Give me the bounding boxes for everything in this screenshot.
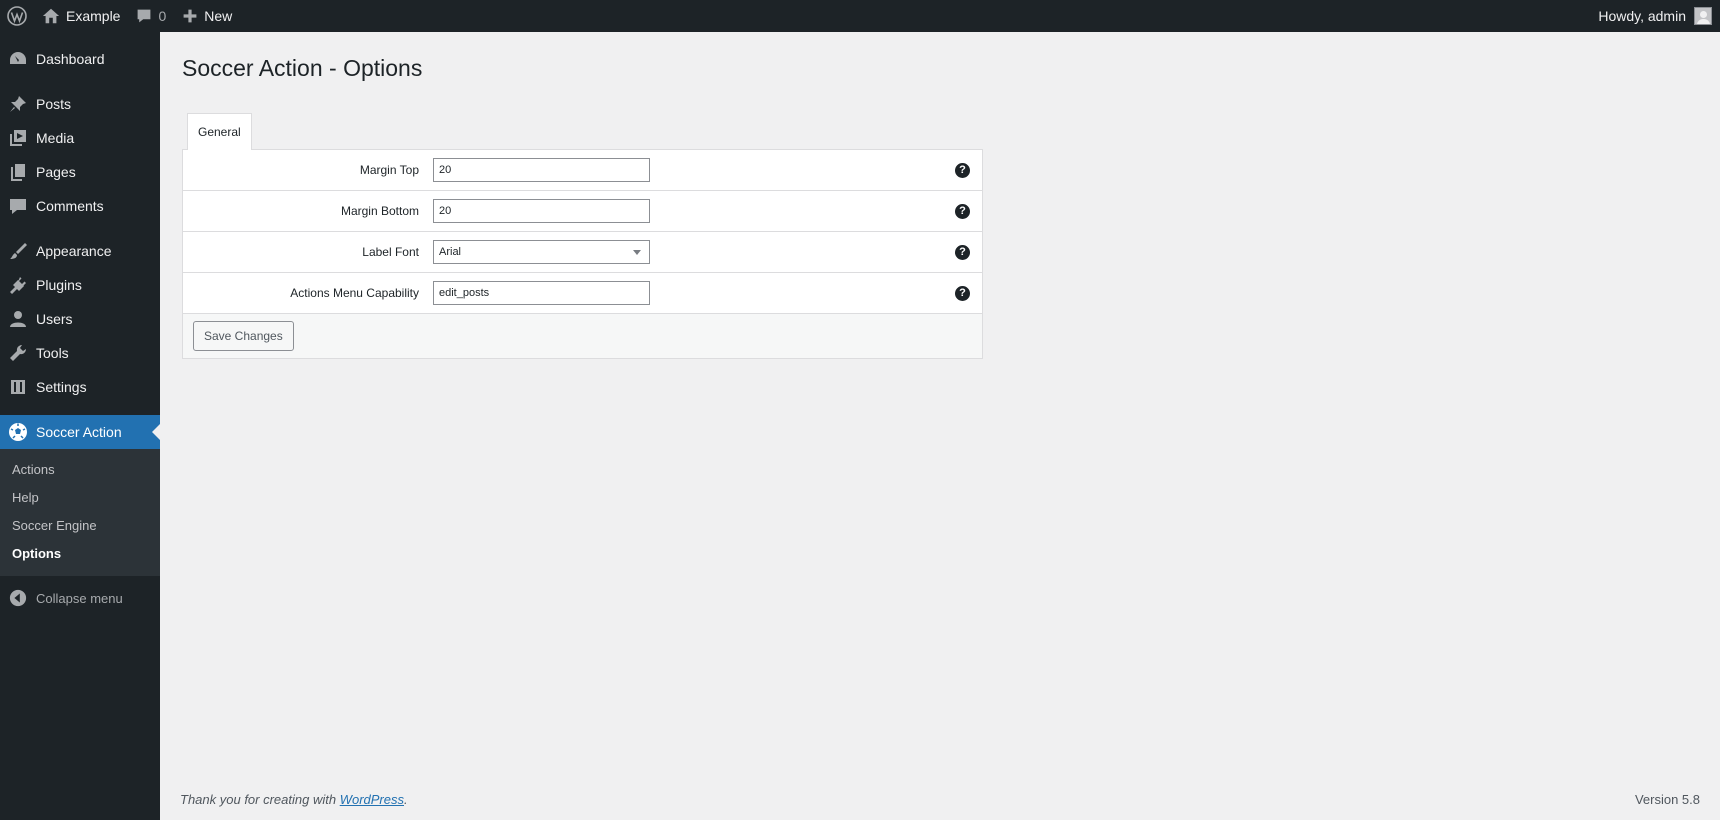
plug-icon (8, 275, 28, 295)
sidebar-item-soccer-action[interactable]: Soccer Action (0, 415, 160, 449)
sidebar-item-users[interactable]: Users (0, 302, 160, 336)
collapse-menu-label: Collapse menu (36, 590, 123, 606)
margin-top-input[interactable]: 20 (433, 157, 650, 182)
sidebar-item-label: Media (36, 130, 75, 146)
site-name: Example (66, 8, 121, 24)
sidebar-item-appearance[interactable]: Appearance (0, 234, 160, 268)
sidebar-item-label: Soccer Action (36, 424, 122, 440)
site-name-link[interactable]: Example (34, 0, 128, 32)
dashboard-icon (8, 49, 28, 69)
sidebar-item-label: Tools (36, 345, 69, 361)
help-icon[interactable]: ? (955, 162, 970, 178)
sidebar-item-posts[interactable]: Posts (0, 87, 160, 121)
pages-icon (8, 162, 28, 182)
option-row-margin-top: Margin Top 20 ? (183, 150, 982, 191)
comment-icon (8, 196, 28, 216)
collapse-arrow-icon (8, 588, 28, 608)
footer-thanks: Thank you for creating with WordPress. (180, 792, 408, 807)
save-changes-button[interactable]: Save Changes (193, 320, 294, 351)
submenu-item-actions[interactable]: Actions (0, 456, 160, 484)
new-content-link[interactable]: New (174, 0, 240, 32)
option-row-margin-bottom: Margin Bottom 20 ? (183, 191, 982, 232)
version-text: Version 5.8 (1634, 792, 1700, 807)
options-panel: Margin Top 20 ? Margin Bottom 20 ? Label… (182, 148, 983, 359)
sidebar-item-comments[interactable]: Comments (0, 189, 160, 223)
panel-footer: Save Changes (183, 313, 982, 358)
sidebar-item-label: Users (36, 311, 73, 327)
home-icon (42, 8, 60, 24)
submenu-item-help[interactable]: Help (0, 484, 160, 512)
pin-icon (8, 94, 28, 114)
actions-menu-capability-label: Actions Menu Capability (290, 285, 419, 300)
page-title: Soccer Action - Options (182, 55, 423, 81)
actions-menu-capability-input[interactable]: edit_posts (433, 280, 650, 305)
margin-top-label: Margin Top (359, 162, 419, 177)
wordpress-link[interactable]: WordPress (340, 792, 404, 807)
sidebar-item-label: Pages (36, 164, 76, 180)
sidebar-item-plugins[interactable]: Plugins (0, 268, 160, 302)
option-row-label-font: Label Font Arial ? (183, 232, 982, 273)
comment-icon (138, 9, 151, 23)
tab-general[interactable]: General (187, 112, 252, 150)
tab-bar: General (182, 112, 1698, 150)
admin-sidebar: Dashboard Posts Media Pages Comments App… (0, 32, 160, 820)
submenu-item-options[interactable]: Options (0, 540, 160, 568)
account-menu[interactable]: Howdy, admin (1590, 0, 1720, 32)
sidebar-item-settings[interactable]: Settings (0, 370, 160, 404)
label-font-label: Label Font (362, 244, 419, 259)
soccer-ball-icon (8, 422, 28, 442)
greeting: Howdy, admin (1598, 8, 1686, 24)
sidebar-item-label: Appearance (36, 243, 112, 259)
plus-icon (183, 9, 197, 23)
new-label: New (204, 8, 233, 24)
sidebar-item-label: Settings (36, 379, 87, 395)
chevron-down-icon (633, 249, 641, 259)
sidebar-item-label: Plugins (36, 277, 82, 293)
user-icon (8, 309, 28, 329)
brush-icon (8, 241, 28, 261)
collapse-menu-button[interactable]: Collapse menu (0, 581, 160, 615)
page-footer: Thank you for creating with WordPress. V… (180, 792, 1700, 807)
media-icon (8, 128, 28, 148)
label-font-value: Arial (439, 245, 462, 258)
sidebar-item-tools[interactable]: Tools (0, 336, 160, 370)
sidebar-item-label: Posts (36, 96, 72, 112)
help-icon[interactable]: ? (955, 244, 970, 260)
soccer-action-submenu: Actions Help Soccer Engine Options (0, 449, 160, 576)
settings-icon (8, 377, 28, 397)
sidebar-item-media[interactable]: Media (0, 121, 160, 155)
sidebar-item-label: Dashboard (36, 51, 105, 67)
label-font-select[interactable]: Arial (433, 239, 650, 264)
option-row-actions-menu-capability: Actions Menu Capability edit_posts ? (183, 273, 982, 314)
sidebar-item-pages[interactable]: Pages (0, 155, 160, 189)
wrench-icon (8, 343, 28, 363)
comments-count: 0 (158, 8, 167, 24)
help-icon[interactable]: ? (955, 203, 970, 219)
avatar (1694, 7, 1712, 25)
margin-bottom-input[interactable]: 20 (433, 198, 650, 223)
sidebar-item-label: Comments (36, 198, 104, 214)
margin-bottom-label: Margin Bottom (340, 203, 419, 218)
wordpress-logo-icon[interactable] (0, 0, 34, 32)
submenu-item-soccer-engine[interactable]: Soccer Engine (0, 512, 160, 540)
main-content: Soccer Action - Options General Margin T… (182, 32, 1698, 359)
admin-bar: Example 0 New Howdy, admin (0, 0, 1720, 32)
sidebar-item-dashboard[interactable]: Dashboard (0, 42, 160, 76)
comments-link[interactable]: 0 (128, 0, 174, 32)
help-icon[interactable]: ? (955, 285, 970, 301)
